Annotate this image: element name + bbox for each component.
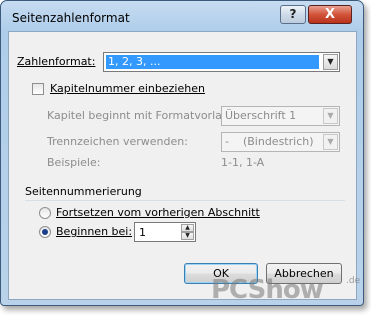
separator-label: Trennzeichen verwenden: (47, 135, 188, 148)
chevron-down-icon[interactable]: ▼ (181, 232, 194, 240)
number-format-select[interactable]: 1, 2, 3, ... ▼ (103, 52, 340, 72)
chapter-style-label: Kapitel beginnt mit Formatvorlage: (47, 109, 240, 122)
number-format-label: Zahlenformat: (17, 55, 96, 68)
group-divider (25, 200, 345, 201)
start-at-value: 1 (139, 226, 146, 239)
window-title: Seitenzahlenformat (12, 11, 130, 25)
chapter-style-select[interactable]: Überschrift 1 ▼ (221, 106, 340, 126)
examples-label: Beispiele: (47, 156, 101, 169)
separator-value: - (Bindestrich) (225, 135, 314, 148)
chevron-down-icon[interactable]: ▼ (323, 134, 338, 150)
watermark-logo: PCShow (211, 275, 324, 305)
include-chapter-label: Kapitelnummer einbeziehen (50, 82, 205, 95)
continue-radio[interactable] (39, 207, 51, 219)
number-format-value: 1, 2, 3, ... (106, 55, 319, 69)
page-numbering-group-label: Seitennummerierung (25, 185, 142, 198)
dialog-content: Zahlenformat: 1, 2, 3, ... ▼ Kapitelnumm… (8, 31, 357, 300)
start-at-spinner[interactable]: 1 ▲ ▼ (134, 222, 196, 242)
separator-select[interactable]: - (Bindestrich) ▼ (221, 132, 340, 152)
radio-selected-dot (42, 229, 48, 235)
watermark-suffix: .de (346, 276, 361, 286)
close-button[interactable]: X (308, 5, 352, 24)
start-at-label: Beginnen bei: (56, 225, 133, 238)
examples-value: 1-1, 1-A (221, 156, 265, 169)
start-at-radio[interactable] (39, 226, 51, 238)
chevron-up-icon[interactable]: ▲ (181, 224, 194, 232)
include-chapter-checkbox[interactable] (32, 83, 44, 95)
chevron-down-icon[interactable]: ▼ (323, 108, 338, 124)
chapter-style-value: Überschrift 1 (225, 109, 297, 122)
chevron-down-icon[interactable]: ▼ (323, 54, 338, 70)
help-button[interactable]: ? (280, 5, 306, 24)
dialog-window: Seitenzahlenformat ? X Zahlenformat: 1, … (0, 0, 364, 306)
continue-label: Fortsetzen vom vorherigen Abschnitt (56, 206, 260, 219)
